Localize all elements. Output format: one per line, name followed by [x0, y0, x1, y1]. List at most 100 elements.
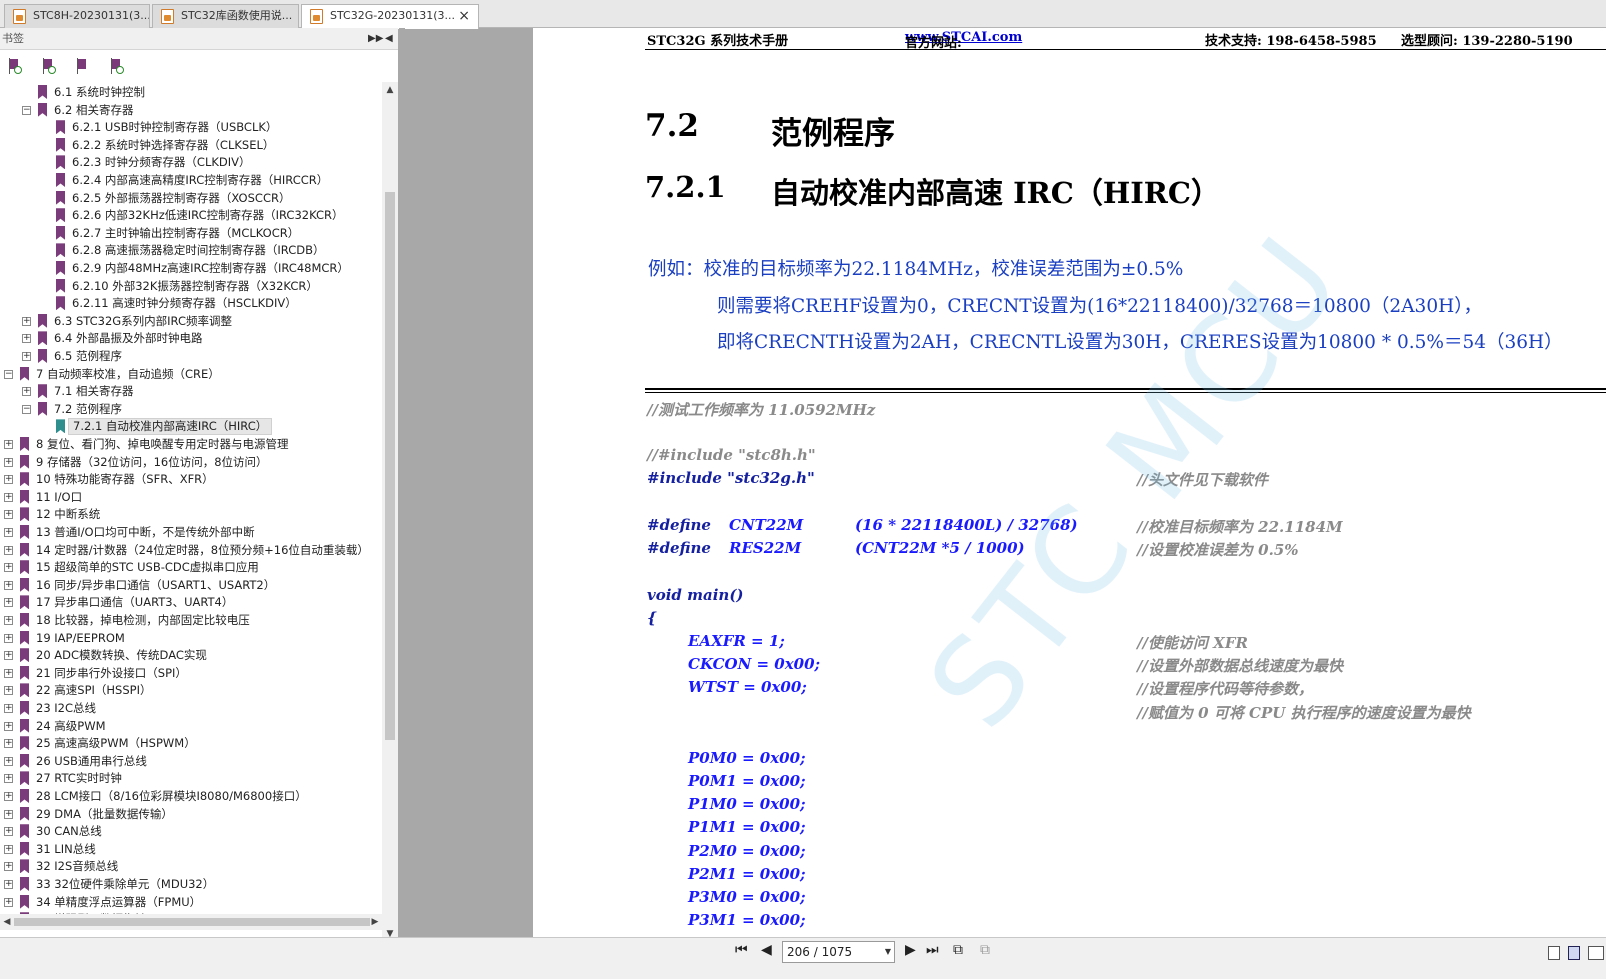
bookmark-item[interactable]: +11 I/O口 — [0, 489, 382, 506]
expand-icon[interactable]: + — [4, 897, 13, 907]
bookmark-item[interactable]: +14 定时器/计数器（24位定时器，8位预分频+16位自动重装载） — [0, 542, 382, 559]
bookmark-add-icon[interactable] — [40, 58, 56, 74]
bookmark-item[interactable]: +30 CAN总线 — [0, 823, 382, 840]
expand-icon[interactable]: + — [4, 827, 13, 837]
expand-icon[interactable]: + — [4, 756, 13, 766]
bookmark-item[interactable]: +20 ADC模数转换、传统DAC实现 — [0, 647, 382, 664]
expand-icon[interactable]: + — [4, 598, 13, 608]
bookmark-expand-icon[interactable] — [6, 58, 22, 74]
bookmark-item[interactable]: +10 特殊功能寄存器（SFR、XFR） — [0, 471, 382, 488]
bookmark-item[interactable]: +31 LIN总线 — [0, 841, 382, 858]
bookmark-item[interactable]: 6.2.8 高速振荡器稳定时间控制寄存器（IRCDB） — [0, 242, 382, 259]
bookmark-item[interactable]: 6.2.4 内部高速高精度IRC控制寄存器（HIRCCR） — [0, 172, 382, 189]
continuous-view-icon[interactable] — [1568, 946, 1580, 960]
close-tab-icon[interactable]: × — [458, 5, 470, 27]
bookmark-item[interactable]: +8 复位、看门狗、掉电唤醒专用定时器与电源管理 — [0, 436, 382, 453]
bookmark-item[interactable]: 7.2.1 自动校准内部高速IRC（HIRC） — [0, 418, 382, 436]
scroll-thumb-horizontal[interactable] — [14, 918, 370, 926]
expand-icon[interactable]: + — [4, 862, 13, 872]
bookmark-item[interactable]: 6.2.9 内部48MHz高速IRC控制寄存器（IRC48MCR） — [0, 260, 382, 277]
bookmark-item[interactable]: 6.2.6 内部32KHz低速IRC控制寄存器（IRC32KCR） — [0, 207, 382, 224]
expand-icon[interactable]: + — [4, 880, 13, 889]
expand-icon[interactable]: + — [4, 633, 13, 643]
bookmark-item[interactable]: +34 单精度浮点运算器（FPMU） — [0, 894, 382, 911]
bookmark-item[interactable]: − 7 自动频率校准，自动追频（CRE） — [0, 366, 382, 383]
bookmark-item[interactable]: +29 DMA（批量数据传输） — [0, 806, 382, 823]
next-page-icon[interactable]: ▶ — [905, 942, 916, 958]
expand-icon[interactable]: + — [4, 809, 13, 819]
expand-icon[interactable]: + — [22, 352, 31, 361]
bookmark-item[interactable]: 6.2.3 时钟分频寄存器（CLKDIV） — [0, 154, 382, 171]
bookmark-item[interactable]: +24 高级PWM — [0, 718, 382, 735]
collapse-panel-icon[interactable]: ◀ — [385, 28, 393, 50]
expand-icon[interactable]: + — [4, 721, 13, 731]
two-page-view-icon[interactable] — [1588, 946, 1604, 960]
bookmark-item[interactable]: +27 RTC实时时钟 — [0, 770, 382, 787]
bookmark-item[interactable]: 6.2.10 外部32K振荡器控制寄存器（X32KCR） — [0, 278, 382, 295]
bookmark-item[interactable]: 6.2.11 高速时钟分频寄存器（HSCLKDIV） — [0, 295, 382, 312]
expand-icon[interactable]: + — [4, 792, 13, 801]
scroll-right-icon[interactable]: ▶ — [368, 914, 382, 930]
previous-page-icon[interactable]: ◀ — [761, 942, 772, 958]
bookmark-item[interactable]: − 6.2 相关寄存器 — [0, 102, 382, 119]
expand-icon[interactable]: + — [4, 475, 13, 485]
expand-icon[interactable]: + — [22, 387, 31, 397]
tab-stc32g[interactable]: STC32G-20230131(3... × — [301, 4, 479, 29]
bookmark-item[interactable]: +28 LCM接口（8/16位彩屏模块I8080/M6800接口） — [0, 788, 382, 805]
collapse-icon[interactable]: − — [4, 369, 13, 379]
page-number-input[interactable]: 206 / 1075 ▼ — [782, 941, 895, 963]
expand-icon[interactable]: + — [4, 492, 13, 502]
expand-icon[interactable]: + — [4, 844, 13, 854]
bookmark-item[interactable]: +19 IAP/EEPROM — [0, 630, 382, 647]
expand-icon[interactable]: + — [4, 545, 13, 555]
bookmark-item[interactable]: 6.2.1 USB时钟控制寄存器（USBCLK） — [0, 119, 382, 136]
expand-icon[interactable]: + — [4, 651, 13, 661]
bookmark-item[interactable]: +9 存储器（32位访问，16位访问，8位访问） — [0, 454, 382, 471]
bookmark-goto-icon[interactable] — [108, 58, 124, 74]
expand-icon[interactable]: + — [4, 580, 13, 590]
bookmark-item[interactable]: +26 USB通用串行总线 — [0, 753, 382, 770]
bookmark-item[interactable]: +18 比较器，掉电检测，内部固定比较电压 — [0, 612, 382, 629]
chevron-down-icon[interactable]: ▼ — [885, 942, 891, 962]
expand-icon[interactable]: + — [4, 616, 13, 625]
expand-icon[interactable]: + — [4, 774, 13, 784]
bookmark-item[interactable]: +13 普通I/O口均可中断，不是传统外部中断 — [0, 524, 382, 541]
bookmark-item[interactable]: +33 32位硬件乘除单元（MDU32） — [0, 876, 382, 893]
bookmark-item[interactable]: 6.2.7 主时钟输出控制寄存器（MCLKOCR） — [0, 225, 382, 242]
bookmark-item[interactable]: 6.2.5 外部振荡器控制寄存器（XOSCCR） — [0, 190, 382, 207]
scroll-left-icon[interactable]: ◀ — [0, 914, 14, 930]
collapse-icon[interactable]: − — [22, 404, 31, 414]
bookmark-item[interactable]: +6.5 范例程序 — [0, 348, 382, 365]
bookmark-item[interactable]: +21 同步串行外设接口（SPI） — [0, 665, 382, 682]
expand-icon[interactable]: + — [4, 686, 13, 696]
bookmark-item[interactable]: +25 高速高级PWM（HSPWM） — [0, 735, 382, 752]
expand-icon[interactable]: + — [4, 440, 13, 449]
bookmark-next-icon[interactable] — [74, 58, 90, 74]
expand-icon[interactable]: + — [4, 704, 13, 713]
bookmark-item[interactable]: − 7.2 范例程序 — [0, 401, 382, 418]
expand-icon[interactable]: + — [4, 510, 13, 520]
scroll-up-icon[interactable]: ▲ — [382, 82, 398, 98]
first-page-icon[interactable]: ⏮ — [735, 942, 748, 958]
expand-icon[interactable]: + — [4, 668, 13, 678]
bookmarks-vertical-scrollbar[interactable]: ▲ ▼ — [382, 82, 398, 942]
bookmark-item[interactable]: 6.2.2 系统时钟选择寄存器（CLKSEL） — [0, 137, 382, 154]
last-page-icon[interactable]: ⏭ — [926, 942, 939, 958]
expand-icon[interactable]: + — [4, 563, 13, 573]
expand-icon[interactable]: + — [4, 528, 13, 537]
back-view-icon[interactable]: ⧉ — [953, 942, 963, 958]
panel-splitter[interactable] — [399, 28, 405, 937]
bookmark-item[interactable]: +23 I2C总线 — [0, 700, 382, 717]
expand-panel-icon[interactable]: ▶▶ — [368, 28, 383, 50]
bookmark-item[interactable]: +16 同步/异步串口通信（USART1、USART2） — [0, 577, 382, 594]
expand-icon[interactable]: + — [4, 457, 13, 467]
tab-stc32-lib[interactable]: STC32库函数使用说... — [152, 4, 299, 28]
collapse-icon[interactable]: − — [22, 105, 31, 115]
expand-icon[interactable]: + — [22, 334, 31, 344]
bookmarks-horizontal-scrollbar[interactable]: ◀ ▶ — [0, 914, 382, 930]
single-page-view-icon[interactable] — [1548, 946, 1560, 960]
forward-view-icon[interactable]: ⧉ — [980, 942, 990, 958]
bookmark-item[interactable]: +32 I2S音频总线 — [0, 858, 382, 875]
bookmark-item[interactable]: +7.1 相关寄存器 — [0, 383, 382, 400]
bookmark-item[interactable]: +6.3 STC32G系列内部IRC频率调整 — [0, 313, 382, 330]
